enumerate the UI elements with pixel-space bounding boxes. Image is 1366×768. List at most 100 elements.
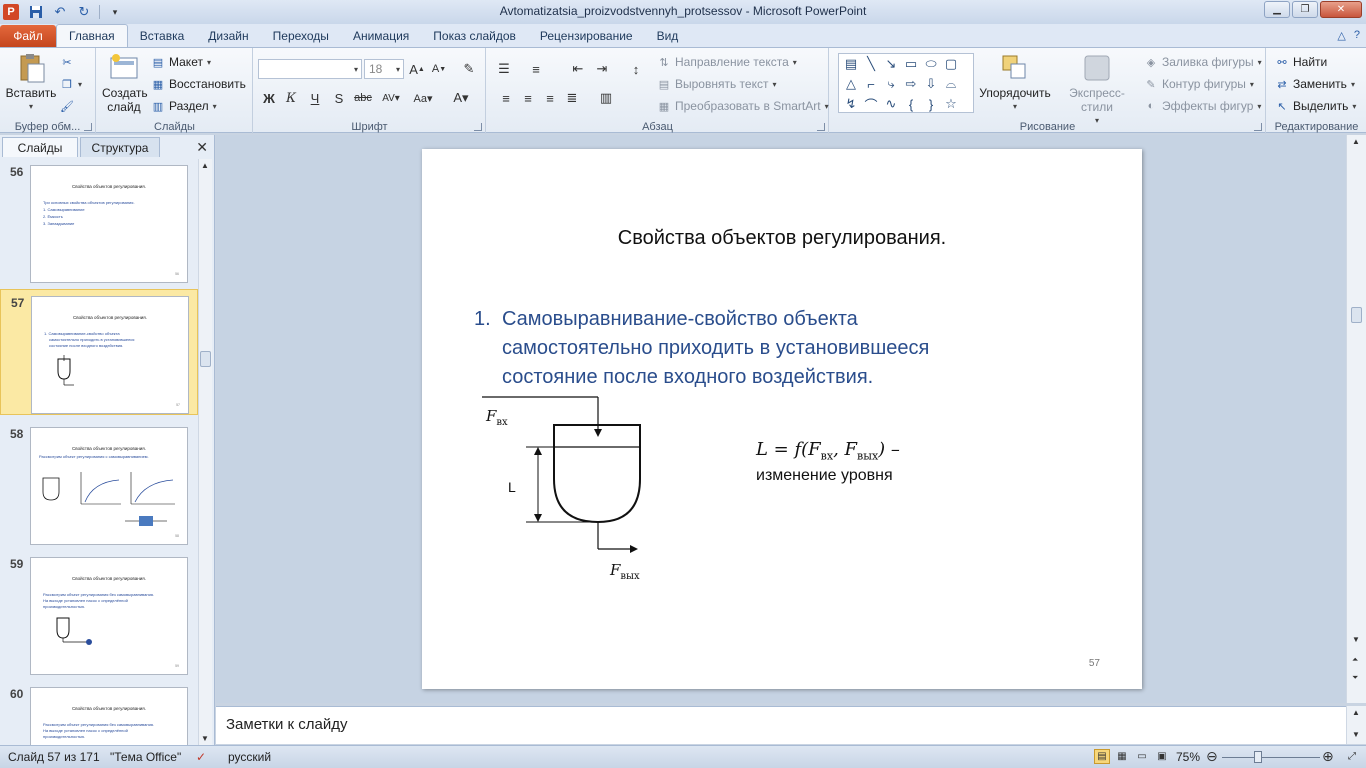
slideshow-view-icon[interactable]: ▣: [1154, 749, 1170, 764]
thumbnail-scrollbar[interactable]: ▲ ▼: [198, 159, 212, 745]
line-shape-icon[interactable]: ╲: [861, 54, 881, 74]
character-spacing-icon[interactable]: AV▾: [380, 88, 402, 108]
callout-shape-icon[interactable]: ⌓: [941, 74, 961, 94]
font-name-combo[interactable]: ▾: [258, 59, 362, 79]
thumbnail-row[interactable]: 59 Свойства объектов регулирования. Расс…: [0, 551, 198, 675]
maximize-button[interactable]: ❐: [1292, 1, 1318, 18]
font-size-combo[interactable]: 18 ▾: [364, 59, 404, 79]
elbow-connector-shape-icon[interactable]: ⌐: [861, 74, 881, 94]
underline-icon[interactable]: Ч: [304, 88, 326, 108]
shape-outline-button[interactable]: ✎ Контур фигуры ▾: [1144, 74, 1254, 94]
thumbnail-row[interactable]: 56 Свойства объектов регулирования. Три …: [0, 159, 198, 283]
freeform-shape-icon[interactable]: ∿: [881, 94, 901, 114]
previous-slide-icon[interactable]: ⏶: [1352, 655, 1358, 665]
notes-scrollbar[interactable]: ▲ ▼: [1346, 706, 1366, 744]
paste-button[interactable]: Вставить ▾: [6, 52, 56, 114]
oval-shape-icon[interactable]: ⬭: [921, 54, 941, 74]
save-icon[interactable]: [27, 3, 45, 21]
normal-view-icon[interactable]: ▤: [1094, 749, 1110, 764]
slide-thumbnail[interactable]: Свойства объектов регулирования. Рассмот…: [30, 687, 188, 745]
close-button[interactable]: ✕: [1320, 1, 1362, 18]
undo-icon[interactable]: ↶: [51, 3, 69, 21]
slide-scrollbar[interactable]: ▲ ▼ ⏶ ⏷: [1346, 135, 1366, 703]
shape-effects-button[interactable]: ◐ Эффекты фигур ▾: [1144, 96, 1262, 116]
select-button[interactable]: ↖ Выделить ▾: [1275, 96, 1356, 116]
increase-indent-icon[interactable]: ⇥: [591, 59, 613, 79]
scrollbar-thumb[interactable]: [200, 351, 211, 367]
change-case-icon[interactable]: Aa▾: [412, 88, 434, 108]
right-arrow-shape-icon[interactable]: ⇨: [901, 74, 921, 94]
format-painter-button[interactable]: 🖌: [60, 96, 74, 116]
scroll-up-icon[interactable]: ▲: [1352, 137, 1360, 146]
arc-shape-icon[interactable]: ⌒: [861, 94, 881, 114]
copy-button[interactable]: ❐ ▾: [60, 74, 82, 94]
line-spacing-icon[interactable]: ↕: [625, 59, 647, 79]
zoom-slider-track[interactable]: [1222, 757, 1320, 758]
thumbnail-row-selected[interactable]: 57 Свойства объектов регулирования. 1. С…: [0, 289, 198, 415]
spellcheck-icon[interactable]: ✓: [196, 750, 206, 764]
rounded-rect-shape-icon[interactable]: ▢: [941, 54, 961, 74]
current-slide[interactable]: Свойства объектов регулирования. 1. Само…: [422, 149, 1142, 689]
slide-sorter-view-icon[interactable]: ▦: [1114, 749, 1130, 764]
align-left-icon[interactable]: ≡: [495, 88, 517, 108]
decrease-indent-icon[interactable]: ⇤: [567, 59, 589, 79]
font-color-icon[interactable]: A▾: [450, 88, 472, 108]
reading-view-icon[interactable]: ▭: [1134, 749, 1150, 764]
slide-thumbnail[interactable]: Свойства объектов регулирования. 1. Само…: [31, 296, 189, 414]
formula-description[interactable]: изменение уровня: [756, 467, 893, 485]
layout-button[interactable]: ▤ Макет ▾: [151, 52, 211, 72]
zoom-slider-knob[interactable]: [1254, 751, 1262, 763]
tab-design[interactable]: Дизайн: [196, 25, 260, 47]
scroll-up-icon[interactable]: ▲: [1352, 708, 1360, 717]
help-icon[interactable]: ?: [1354, 29, 1360, 42]
shapes-gallery[interactable]: ▤ ╲ ↘ ▭ ⬭ ▢ △ ⌐ ⤷ ⇨ ⇩ ⌓ ↯ ⌒ ∿ { } ☆: [838, 53, 974, 113]
notes-pane[interactable]: Заметки к слайду: [216, 706, 1346, 744]
level-formula[interactable]: L = f(Fвх, Fвых) –: [756, 439, 900, 463]
bullets-icon[interactable]: ☰: [493, 59, 515, 79]
columns-icon[interactable]: ▥: [595, 88, 617, 108]
grow-font-icon[interactable]: A ▲: [406, 59, 428, 79]
language-indicator[interactable]: русский: [228, 750, 271, 764]
shape-fill-button[interactable]: ◈ Заливка фигуры ▾: [1144, 52, 1262, 72]
numbering-icon[interactable]: ≡: [525, 59, 547, 79]
bold-icon[interactable]: Ж: [258, 88, 280, 108]
scroll-up-icon[interactable]: ▲: [201, 161, 209, 170]
notes-placeholder[interactable]: Заметки к слайду: [226, 716, 348, 733]
convert-smartart-button[interactable]: ▦ Преобразовать в SmartArt ▾: [657, 96, 829, 116]
next-slide-icon[interactable]: ⏷: [1352, 673, 1358, 683]
text-direction-button[interactable]: ⇅ Направление текста ▾: [657, 52, 796, 72]
shrink-font-icon[interactable]: A ▼: [428, 59, 450, 79]
thumbnail-row[interactable]: 58 Свойства объектов регулирования. Расс…: [0, 421, 198, 545]
slide-thumbnail[interactable]: Свойства объектов регулирования. Рассмот…: [30, 557, 188, 675]
find-button[interactable]: ⚯ Найти: [1275, 52, 1327, 72]
triangle-shape-icon[interactable]: △: [841, 74, 861, 94]
section-button[interactable]: ▥ Раздел ▾: [151, 96, 217, 116]
customize-qat-icon[interactable]: ▾: [106, 3, 124, 21]
down-arrow-shape-icon[interactable]: ⇩: [921, 74, 941, 94]
align-right-icon[interactable]: ≡: [539, 88, 561, 108]
tab-insert[interactable]: Вставка: [128, 25, 197, 47]
slide-content-list[interactable]: 1. Самовыравнивание-свойство объекта сам…: [474, 305, 994, 392]
star-shape-icon[interactable]: ☆: [941, 94, 961, 114]
strikethrough-icon[interactable]: abc: [352, 88, 374, 108]
arrow-line-shape-icon[interactable]: ↘: [881, 54, 901, 74]
fit-to-window-icon[interactable]: ⤢: [1344, 749, 1360, 764]
zoom-in-icon[interactable]: ⊕: [1322, 748, 1334, 765]
italic-icon[interactable]: К: [280, 88, 302, 108]
scrollbar-thumb[interactable]: [1351, 307, 1362, 323]
quick-styles-button[interactable]: Экспресс-стили ▾: [1054, 52, 1140, 128]
powerpoint-app-icon[interactable]: P: [3, 4, 19, 20]
zoom-out-icon[interactable]: ⊖: [1206, 748, 1218, 765]
minimize-button[interactable]: ▁: [1264, 1, 1290, 18]
cut-button[interactable]: ✂: [60, 52, 74, 72]
tab-animations[interactable]: Анимация: [341, 25, 421, 47]
clear-formatting-icon[interactable]: ✎: [458, 59, 480, 79]
zoom-level[interactable]: 75%: [1176, 750, 1200, 764]
paragraph-launcher-icon[interactable]: [817, 123, 825, 131]
minimize-ribbon-icon[interactable]: △: [1337, 29, 1345, 42]
theme-name[interactable]: "Тема Office": [110, 750, 181, 764]
textbox-shape-icon[interactable]: ▤: [841, 54, 861, 74]
align-text-button[interactable]: ▤ Выровнять текст ▾: [657, 74, 777, 94]
shadow-icon[interactable]: S: [328, 88, 350, 108]
tab-outline-panel[interactable]: Структура: [80, 137, 160, 157]
